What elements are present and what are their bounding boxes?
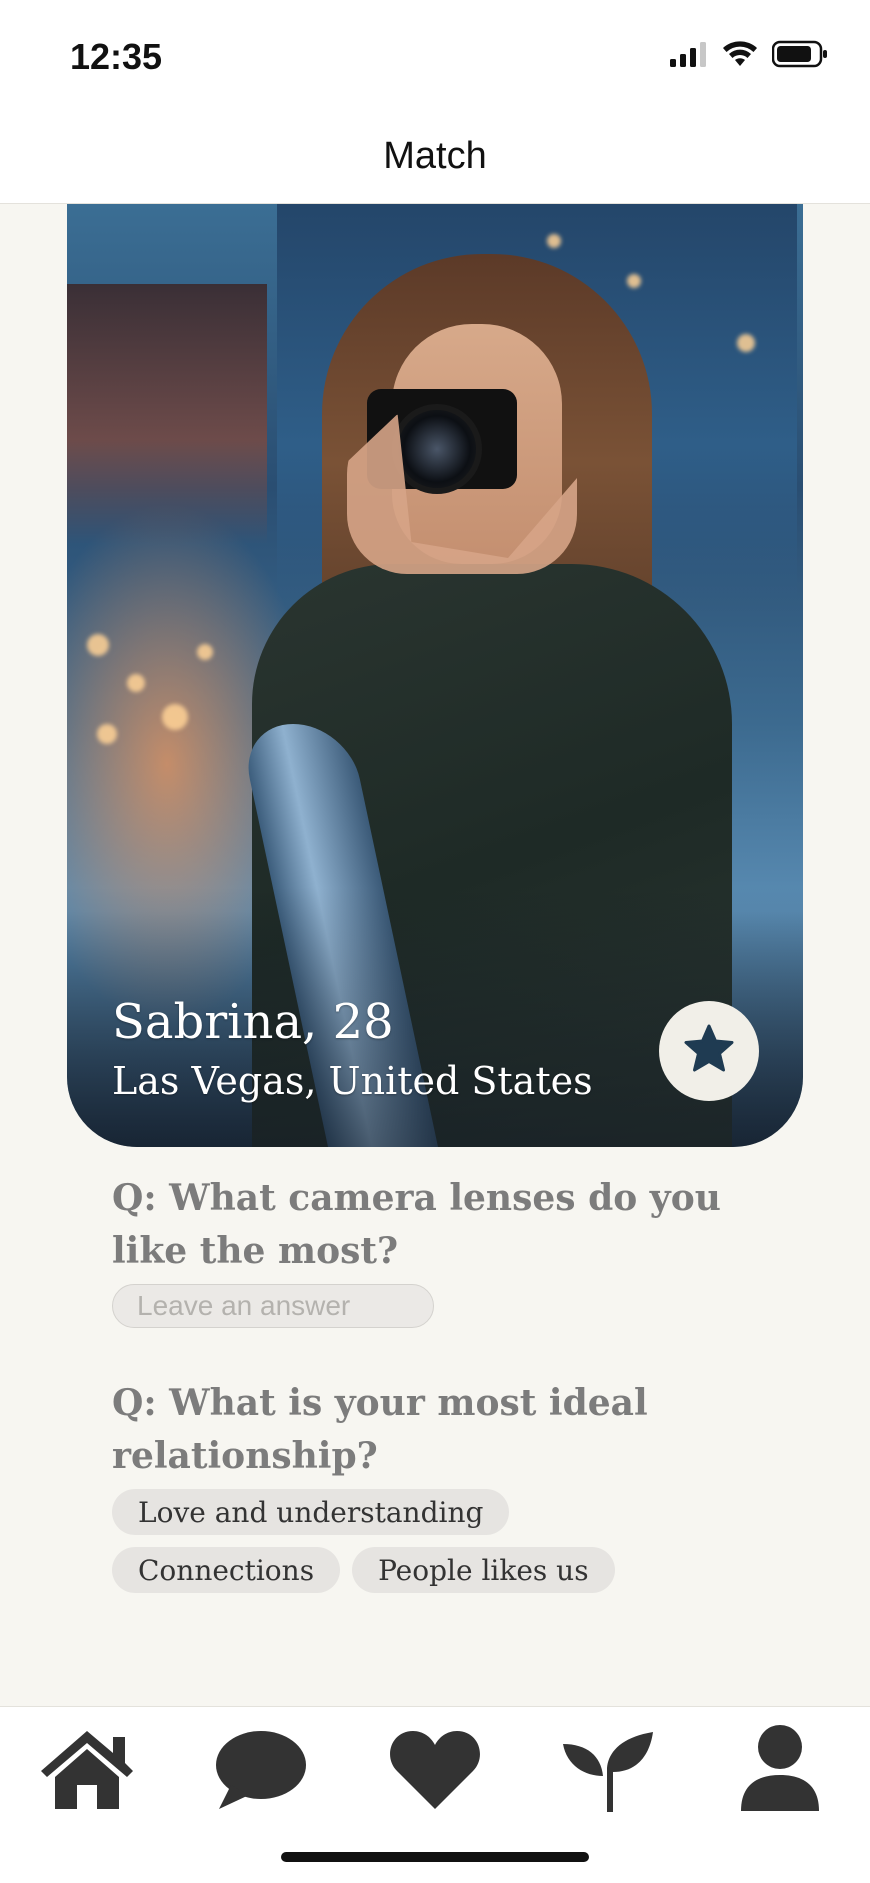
profile-location: Las Vegas, United States — [112, 1059, 593, 1103]
answer-chip-row: Love and understanding — [112, 1489, 752, 1535]
battery-icon — [771, 40, 828, 73]
photo-background-building-left — [67, 284, 267, 544]
photo-bokeh — [547, 234, 561, 248]
answer-chip[interactable]: People likes us — [352, 1547, 615, 1593]
profile-name-age: Sabrina, 28 — [112, 994, 394, 1050]
profile-card[interactable]: Sabrina, 28 Las Vegas, United States — [67, 204, 803, 1147]
photo-bokeh — [127, 674, 145, 692]
nav-header: Match — [0, 110, 870, 204]
person-icon — [739, 1723, 821, 1820]
page-title: Match — [383, 135, 487, 177]
sprout-icon — [561, 1726, 655, 1817]
photo-camera-lens — [392, 404, 482, 494]
question-block-1: Q: What camera lenses do you like the mo… — [112, 1172, 752, 1328]
tab-home[interactable] — [32, 1721, 142, 1821]
photo-bokeh — [197, 644, 213, 660]
answer-chip[interactable]: Love and understanding — [112, 1489, 510, 1535]
status-icons — [670, 40, 828, 73]
question-text: Q: What camera lenses do you like the mo… — [112, 1177, 721, 1272]
photo-bokeh — [627, 274, 641, 288]
question-block-2: Q: What is your most ideal relationship?… — [112, 1377, 752, 1593]
photo-bokeh — [737, 334, 755, 352]
answer-chip[interactable]: Connections — [112, 1547, 341, 1593]
match-screen: 12:35 Match Sabrina, 28 Las Vegas, Unite… — [0, 0, 870, 1883]
answer-input[interactable] — [112, 1284, 434, 1328]
photo-bokeh — [162, 704, 188, 730]
home-indicator[interactable] — [281, 1852, 589, 1862]
heart-icon — [389, 1727, 481, 1816]
photo-bokeh — [97, 724, 117, 744]
tab-likes[interactable] — [380, 1721, 490, 1821]
status-bar: 12:35 — [0, 0, 870, 110]
tab-messages[interactable] — [205, 1721, 315, 1821]
answer-chip-row: Connections People likes us — [112, 1547, 752, 1593]
question-text: Q: What is your most ideal relationship? — [112, 1382, 648, 1477]
photo-bokeh — [87, 634, 109, 656]
home-icon — [35, 1727, 139, 1816]
signal-icon — [670, 41, 708, 72]
tab-growth[interactable] — [553, 1721, 663, 1821]
favorite-button[interactable] — [659, 1001, 759, 1101]
status-time: 12:35 — [70, 36, 163, 77]
chat-bubble-icon — [213, 1727, 307, 1816]
wifi-icon — [722, 40, 758, 73]
tab-profile[interactable] — [725, 1721, 835, 1821]
star-icon — [682, 1023, 736, 1080]
